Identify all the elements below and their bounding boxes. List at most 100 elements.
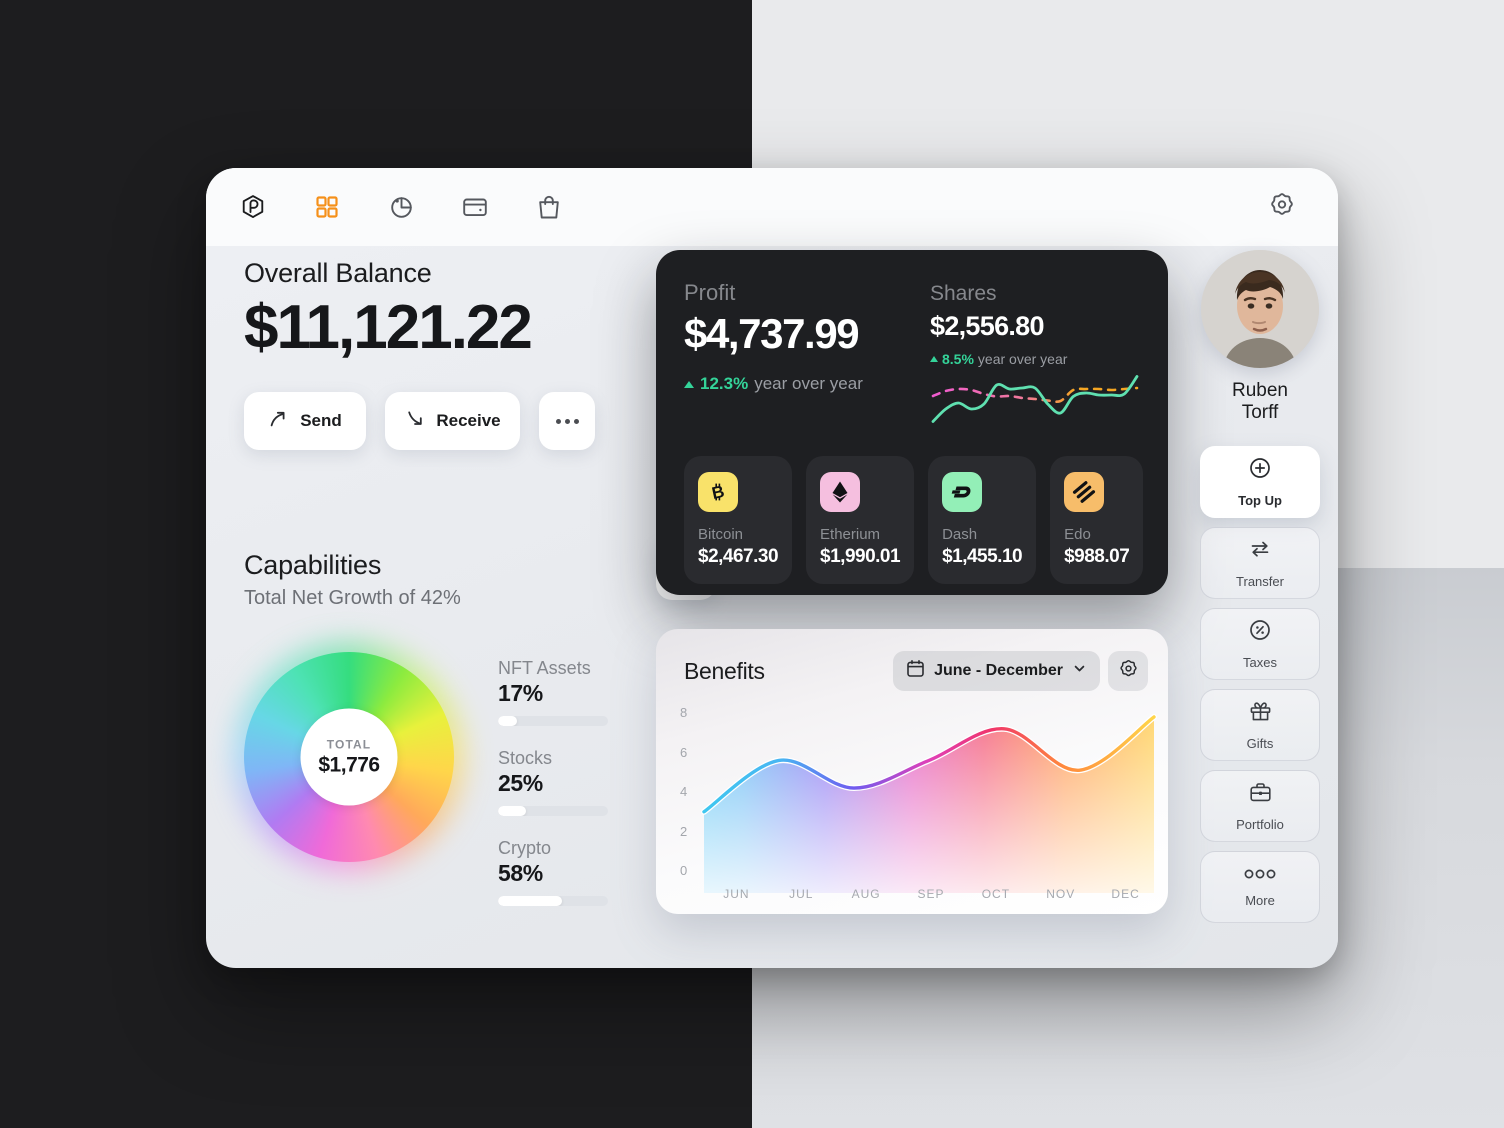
rail-item-taxes[interactable]: Taxes <box>1200 608 1320 681</box>
legend-progress-track <box>498 716 608 727</box>
calendar-icon <box>906 659 925 683</box>
coin-value: $2,467.30 <box>698 546 779 567</box>
rail-buttons: Top Up Transfer Taxes Gifts Portfolio Mo… <box>1200 446 1320 924</box>
send-button[interactable]: Send <box>244 392 366 451</box>
profit-label: Profit <box>684 280 736 305</box>
arrow-up-right-icon <box>268 408 289 434</box>
rail-item-portfolio[interactable]: Portfolio <box>1200 770 1320 843</box>
shares-delta-suffix: year over year <box>977 351 1068 367</box>
capabilities-body: TOTAL $1,776 NFT Assets 17% Stocks 25% C… <box>234 642 664 928</box>
rail-item-label: Top Up <box>1238 493 1282 509</box>
capabilities-section: Capabilities Total Net Growth of 42% TOT… <box>234 540 716 928</box>
edo-icon <box>1064 472 1105 512</box>
hexagon-logo-icon[interactable] <box>240 194 266 220</box>
legend-progress-track <box>498 896 608 907</box>
benefits-title: Benefits <box>684 657 765 684</box>
receive-button[interactable]: Receive <box>385 392 520 451</box>
nav-items <box>240 194 562 220</box>
profit-value: $4,737.99 <box>684 310 860 357</box>
receive-button-label: Receive <box>436 411 501 431</box>
chart-x-tick: JUN <box>723 887 750 901</box>
legend-progress-track <box>498 806 608 817</box>
avatar[interactable] <box>1201 250 1319 368</box>
legend-label: NFT Assets <box>498 658 591 679</box>
chart-x-axis-labels: JUN JUL AUG SEP OCT NOV DEC <box>704 887 1158 901</box>
more-options-button[interactable] <box>539 392 595 451</box>
benefits-area-chart: 8 6 4 2 0 JUN JUL AUG SEP OCT NOV DEC <box>656 695 1168 907</box>
chart-x-tick: SEP <box>917 887 945 901</box>
benefits-card: Benefits June - December 8 6 4 2 0 JUN J… <box>656 629 1168 914</box>
profit-delta: 12.3% year over year <box>684 374 930 394</box>
transfer-icon <box>1248 537 1272 566</box>
page-title: Overall Balance <box>244 258 432 288</box>
benefits-settings-button[interactable] <box>1108 651 1148 691</box>
chart-x-tick: DEC <box>1111 887 1140 901</box>
legend-progress-fill <box>498 716 517 727</box>
gear-icon[interactable] <box>1268 191 1296 224</box>
donut-total-label: TOTAL <box>326 737 372 752</box>
plus-circle-icon <box>1248 456 1272 485</box>
date-range-selector[interactable]: June - December <box>893 651 1100 691</box>
coin-tile[interactable]: Etherium $1,990.01 <box>806 456 915 584</box>
coin-name: Dash <box>942 526 978 543</box>
coin-value: $1,990.01 <box>820 546 901 567</box>
shares-block: Shares $2,556.80 8.5% year over year <box>930 280 1140 432</box>
user-name: Ruben Torff <box>1200 380 1320 424</box>
rail-item-transfer[interactable]: Transfer <box>1200 527 1320 600</box>
svg-text:B: B <box>710 482 726 503</box>
chart-y-tick: 4 <box>680 784 688 799</box>
gift-icon <box>1248 699 1273 728</box>
legend-progress-fill <box>498 896 562 907</box>
bitcoin-icon: B <box>698 472 738 512</box>
legend-value: 58% <box>498 860 543 887</box>
gear-icon <box>1118 658 1139 684</box>
profit-delta-suffix: year over year <box>754 374 863 393</box>
triangle-up-icon <box>684 380 694 388</box>
legend-progress-fill <box>498 806 526 817</box>
legend-value: 17% <box>498 680 543 707</box>
rail-item-label: Gifts <box>1246 736 1274 752</box>
coin-tile[interactable]: Dash $1,455.10 <box>928 456 1037 584</box>
coin-tile[interactable]: B Bitcoin $2,467.30 <box>684 456 793 584</box>
coin-tile[interactable]: Edo $988.07 <box>1050 456 1144 584</box>
user-last-name: Torff <box>1241 402 1279 424</box>
shopping-bag-icon[interactable] <box>536 194 562 220</box>
capabilities-donut-chart: TOTAL $1,776 <box>234 642 464 873</box>
left-column: Overall Balance $11,121.22 Send Receive … <box>234 258 716 928</box>
chart-x-tick: JUL <box>789 887 814 901</box>
briefcase-icon <box>1248 780 1273 809</box>
rail-item-gifts[interactable]: Gifts <box>1200 689 1320 762</box>
rail-item-top-up[interactable]: Top Up <box>1200 446 1320 519</box>
shares-sparkline-chart <box>930 371 1140 432</box>
capabilities-subtitle: Total Net Growth of 42% <box>244 587 461 610</box>
overall-balance-amount: $11,121.22 <box>244 293 533 362</box>
legend-item: Stocks 25% <box>498 748 608 817</box>
chart-y-tick: 0 <box>680 863 688 878</box>
profit-delta-value: 12.3% <box>700 374 749 393</box>
rail-item-more[interactable]: More <box>1200 851 1320 924</box>
percent-circle-icon <box>1248 618 1272 647</box>
wallet-icon[interactable] <box>462 194 488 220</box>
legend-item: Crypto 58% <box>498 838 608 907</box>
rail-item-label: Transfer <box>1236 574 1284 590</box>
capabilities-legend: NFT Assets 17% Stocks 25% Crypto 58% <box>498 652 608 928</box>
triangle-up-icon <box>930 356 938 362</box>
legend-label: Crypto <box>498 838 552 859</box>
profit-block: Profit $4,737.99 12.3% year over year <box>684 280 930 432</box>
chart-y-tick: 6 <box>680 744 688 760</box>
coin-value: $988.07 <box>1064 546 1130 567</box>
shares-value: $2,556.80 <box>930 311 1045 341</box>
shares-delta-value: 8.5% <box>942 351 974 367</box>
grid-icon[interactable] <box>314 194 340 220</box>
chart-y-tick: 8 <box>680 705 688 720</box>
chart-x-tick: OCT <box>981 887 1011 901</box>
coin-name: Edo <box>1064 526 1091 543</box>
chevron-down-icon <box>1072 661 1087 681</box>
pie-chart-icon[interactable] <box>388 194 414 220</box>
app-content: Overall Balance $11,121.22 Send Receive … <box>206 246 1338 968</box>
send-button-label: Send <box>300 411 342 431</box>
date-range-label: June - December <box>934 662 1063 679</box>
shares-delta: 8.5% year over year <box>930 351 1140 367</box>
user-first-name: Ruben <box>1232 380 1288 401</box>
legend-label: Stocks <box>498 748 553 769</box>
